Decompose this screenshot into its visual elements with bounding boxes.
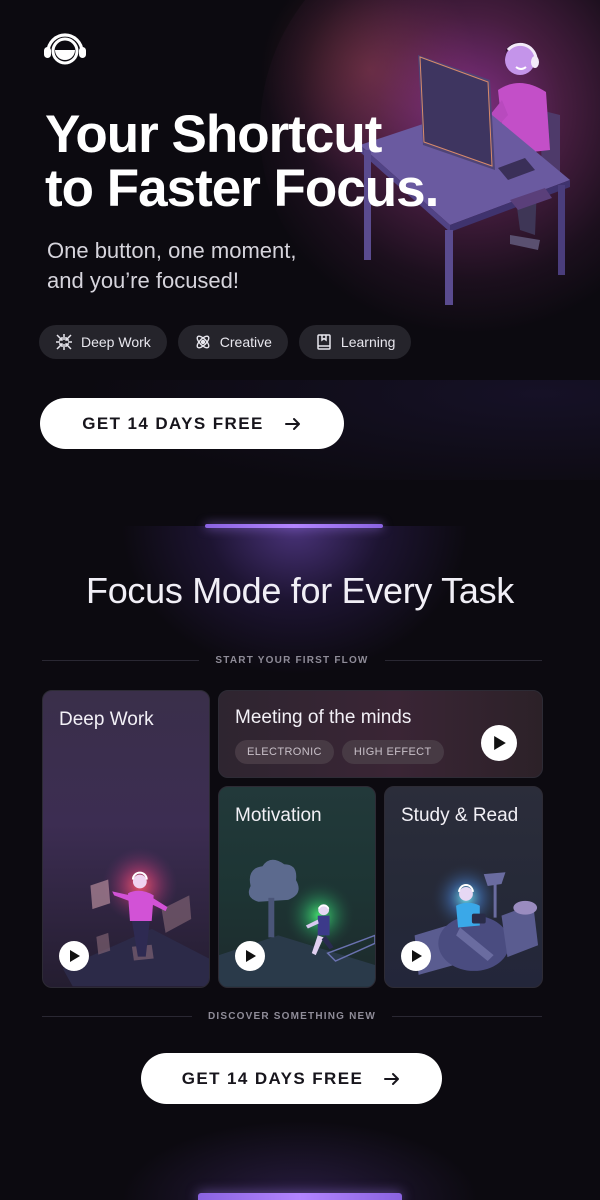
card-motivation[interactable]: Motivation: [218, 786, 376, 988]
get-free-trial-button[interactable]: GET 14 DAYS FREE: [40, 398, 344, 449]
card-deep-work[interactable]: Deep Work: [42, 690, 210, 988]
card-tags: ELECTRONIC HIGH EFFECT: [235, 740, 444, 764]
tag-high-effect: HIGH EFFECT: [341, 740, 444, 764]
card-meeting-of-the-minds[interactable]: Meeting of the minds ELECTRONIC HIGH EFF…: [218, 690, 543, 778]
section-title: Focus Mode for Every Task: [86, 570, 514, 611]
play-icon: [246, 950, 256, 962]
chip-label: Creative: [219, 334, 272, 350]
bottom-lamp-bar: [198, 1193, 402, 1200]
card-title: Meeting of the minds: [235, 707, 412, 728]
cta-label: GET 14 DAYS FREE: [181, 1068, 364, 1088]
play-button[interactable]: [235, 941, 265, 971]
divider-line: [384, 660, 542, 661]
arrow-right-icon: [384, 1072, 400, 1085]
divider-label: DISCOVER SOMETHING NEW: [207, 1011, 377, 1022]
category-chips: Deep Work Creative Learning: [39, 325, 412, 359]
chip-label: Deep Work: [81, 334, 151, 350]
card-title: Deep Work: [59, 709, 154, 730]
divider-label: START YOUR FIRST FLOW: [215, 655, 369, 666]
divider-discover: DISCOVER SOMETHING NEW: [42, 1011, 543, 1022]
divider-line: [392, 1016, 543, 1017]
play-icon: [412, 950, 422, 962]
card-study-and-read[interactable]: Study & Read: [384, 786, 543, 988]
hero-title-line1: Your Shortcut: [45, 105, 382, 164]
divider-line: [42, 1016, 192, 1017]
book-icon: [317, 334, 331, 350]
hero-title: Your Shortcut to Faster Focus.: [45, 108, 505, 216]
chip-label: Learning: [340, 334, 396, 350]
chip-deep-work[interactable]: Deep Work: [39, 325, 167, 359]
chip-learning[interactable]: Learning: [298, 325, 412, 359]
focus-arrows-icon: [56, 334, 72, 350]
play-button[interactable]: [59, 941, 89, 971]
lamp-bar: [205, 524, 383, 528]
hero-subtitle-line2: and you’re focused!: [47, 268, 240, 293]
headphones-face-icon[interactable]: [40, 30, 90, 66]
play-icon: [494, 736, 506, 750]
cta-label: GET 14 DAYS FREE: [82, 413, 264, 433]
hero-title-line2: to Faster Focus.: [45, 159, 439, 218]
card-title: Study & Read: [401, 805, 519, 826]
hero-subtitle-line1: One button, one moment,: [47, 238, 297, 263]
divider-start-flow: START YOUR FIRST FLOW: [42, 655, 542, 666]
play-icon: [70, 950, 80, 962]
atom-icon: [196, 335, 210, 349]
bottom-lamp-glow: [120, 1120, 480, 1200]
divider-line: [42, 660, 200, 661]
play-button[interactable]: [481, 725, 517, 761]
hero-subtitle: One button, one moment, and you’re focus…: [47, 236, 367, 296]
card-title: Motivation: [235, 805, 322, 826]
arrow-right-icon: [284, 417, 300, 430]
chip-creative[interactable]: Creative: [177, 325, 288, 359]
play-button[interactable]: [401, 941, 431, 971]
get-free-trial-button-bottom[interactable]: GET 14 DAYS FREE: [141, 1053, 442, 1104]
tag-electronic: ELECTRONIC: [235, 740, 334, 764]
